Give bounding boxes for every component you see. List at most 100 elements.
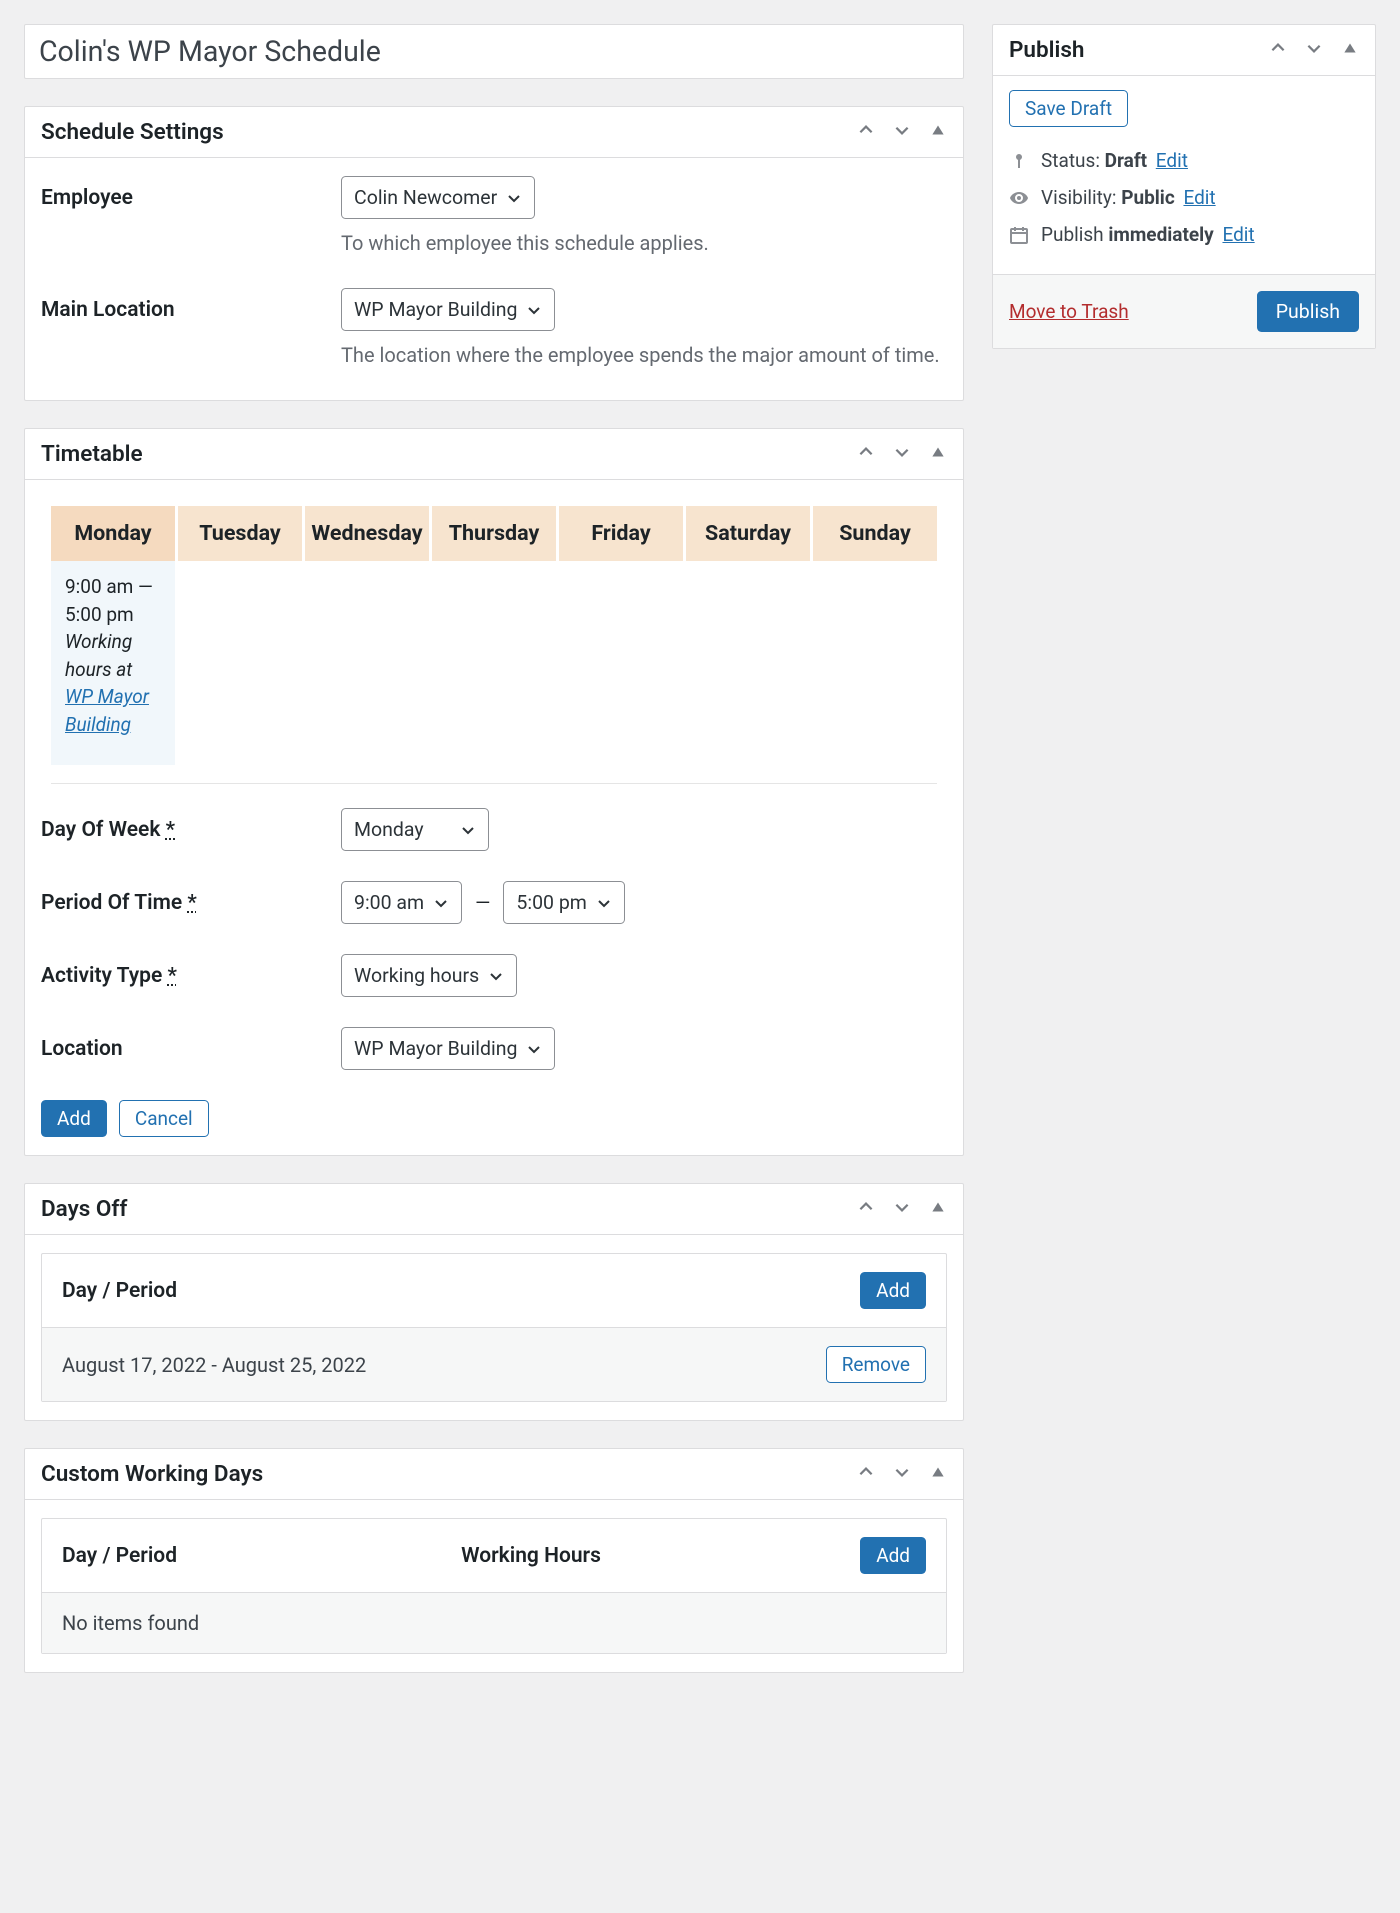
visibility-label: Visibility: <box>1041 186 1116 209</box>
days-off-remove-button[interactable]: Remove <box>826 1346 926 1383</box>
publish-visibility-row: Visibility: Public Edit <box>1009 186 1359 209</box>
post-title-input[interactable]: Colin's WP Mayor Schedule <box>24 24 964 79</box>
chevron-down-icon <box>526 302 542 318</box>
main-location-select-value: WP Mayor Building <box>354 298 517 321</box>
period-separator: — <box>472 891 493 914</box>
status-edit-link[interactable]: Edit <box>1156 149 1188 172</box>
timetable-day-label: Sunday <box>813 506 937 561</box>
timetable-day-label: Tuesday <box>178 506 302 561</box>
divider <box>51 783 937 784</box>
triangle-up-icon[interactable] <box>929 121 947 144</box>
triangle-up-icon[interactable] <box>1341 39 1359 62</box>
timetable-col-sunday[interactable]: Sunday <box>813 506 937 765</box>
chevron-down-icon[interactable] <box>893 1463 911 1486</box>
employee-desc: To which employee this schedule applies. <box>341 229 947 258</box>
days-off-heading: Days Off <box>41 1196 127 1222</box>
timetable-grid: Monday 9:00 am — 5:00 pm Working hours a… <box>41 498 947 784</box>
timetable-col-tuesday[interactable]: Tuesday <box>178 506 302 765</box>
custom-days-add-button[interactable]: Add <box>860 1537 926 1574</box>
days-off-box: Days Off Day / Period Add Aug <box>24 1183 964 1421</box>
timetable-heading: Timetable <box>41 441 143 467</box>
triangle-up-icon[interactable] <box>929 1463 947 1486</box>
period-end-value: 5:00 pm <box>516 891 587 914</box>
timetable-day-label: Monday <box>51 506 175 561</box>
publish-header: Publish <box>993 25 1375 76</box>
custom-days-col2: Working Hours <box>461 1544 860 1568</box>
publish-button[interactable]: Publish <box>1257 291 1359 332</box>
chevron-up-icon[interactable] <box>857 1198 875 1221</box>
save-draft-button[interactable]: Save Draft <box>1009 90 1128 127</box>
period-start-value: 9:00 am <box>354 891 424 914</box>
chevron-down-icon[interactable] <box>893 121 911 144</box>
main-location-desc: The location where the employee spends t… <box>341 341 947 370</box>
custom-days-table: Day / Period Working Hours Add No items … <box>41 1518 947 1654</box>
employee-label: Employee <box>41 176 341 258</box>
custom-days-empty-text: No items found <box>62 1611 926 1635</box>
timetable-box: Timetable Monday 9:00 am — 5:00 pm Worki <box>24 428 964 1156</box>
timetable-entry-activity: Working hours at <box>65 628 161 683</box>
chevron-up-icon[interactable] <box>857 121 875 144</box>
days-off-row: August 17, 2022 - August 25, 2022 Remove <box>42 1328 946 1401</box>
custom-days-header: Custom Working Days <box>25 1449 963 1500</box>
eye-icon <box>1009 188 1029 208</box>
custom-days-empty-row: No items found <box>42 1593 946 1653</box>
chevron-down-icon <box>596 895 612 911</box>
chevron-down-icon <box>488 968 504 984</box>
schedule-settings-header: Schedule Settings <box>25 107 963 158</box>
status-value: Draft <box>1105 149 1147 172</box>
triangle-up-icon[interactable] <box>929 1198 947 1221</box>
timetable-col-monday[interactable]: Monday 9:00 am — 5:00 pm Working hours a… <box>51 506 175 765</box>
timetable-col-friday[interactable]: Friday <box>559 506 683 765</box>
chevron-down-icon <box>433 895 449 911</box>
schedule-settings-box: Schedule Settings Employee Colin Newcome… <box>24 106 964 401</box>
chevron-up-icon[interactable] <box>1269 39 1287 62</box>
chevron-up-icon[interactable] <box>857 1463 875 1486</box>
period-start-select[interactable]: 9:00 am <box>341 881 462 924</box>
timetable-entry-time: 9:00 am — 5:00 pm <box>65 573 161 628</box>
timetable-entry-location-link[interactable]: WP Mayor Building <box>65 685 149 736</box>
timetable-entry[interactable]: 9:00 am — 5:00 pm Working hours at WP Ma… <box>51 561 175 765</box>
chevron-down-icon[interactable] <box>893 1198 911 1221</box>
timetable-add-button[interactable]: Add <box>41 1100 107 1137</box>
custom-days-col1: Day / Period <box>62 1544 461 1568</box>
publish-date-edit-link[interactable]: Edit <box>1222 223 1254 246</box>
timetable-location-select[interactable]: WP Mayor Building <box>341 1027 555 1070</box>
timetable-day-label: Wednesday <box>305 506 429 561</box>
timetable-col-wednesday[interactable]: Wednesday <box>305 506 429 765</box>
calendar-icon <box>1009 225 1029 245</box>
day-of-week-select[interactable]: Monday <box>341 808 489 851</box>
timetable-col-thursday[interactable]: Thursday <box>432 506 556 765</box>
visibility-edit-link[interactable]: Edit <box>1183 186 1215 209</box>
timetable-col-saturday[interactable]: Saturday <box>686 506 810 765</box>
main-location-select[interactable]: WP Mayor Building <box>341 288 555 331</box>
chevron-down-icon[interactable] <box>893 443 911 466</box>
visibility-value: Public <box>1121 186 1175 209</box>
activity-type-select[interactable]: Working hours <box>341 954 517 997</box>
days-off-add-button[interactable]: Add <box>860 1272 926 1309</box>
triangle-up-icon[interactable] <box>929 443 947 466</box>
timetable-header: Timetable <box>25 429 963 480</box>
timetable-location-label: Location <box>41 1027 341 1070</box>
chevron-up-icon[interactable] <box>857 443 875 466</box>
status-label: Status: <box>1041 149 1100 172</box>
timetable-location-value: WP Mayor Building <box>354 1037 517 1060</box>
period-end-select[interactable]: 5:00 pm <box>503 881 625 924</box>
employee-select[interactable]: Colin Newcomer <box>341 176 535 219</box>
chevron-down-icon <box>460 822 476 838</box>
timetable-day-label: Saturday <box>686 506 810 561</box>
timetable-cancel-button[interactable]: Cancel <box>119 1100 209 1137</box>
chevron-down-icon[interactable] <box>1305 39 1323 62</box>
days-off-header: Days Off <box>25 1184 963 1235</box>
timetable-day-label: Friday <box>559 506 683 561</box>
publish-heading: Publish <box>1009 37 1084 63</box>
move-to-trash-link[interactable]: Move to Trash <box>1009 300 1129 323</box>
chevron-down-icon <box>526 1041 542 1057</box>
publish-date-label: Publish <box>1041 223 1104 246</box>
timetable-day-label: Thursday <box>432 506 556 561</box>
employee-select-value: Colin Newcomer <box>354 186 497 209</box>
required-indicator: * <box>166 818 175 842</box>
chevron-down-icon <box>506 190 522 206</box>
period-of-time-label: Period Of Time * <box>41 881 341 924</box>
days-off-row-value: August 17, 2022 - August 25, 2022 <box>62 1353 826 1377</box>
day-of-week-label: Day Of Week * <box>41 808 341 851</box>
